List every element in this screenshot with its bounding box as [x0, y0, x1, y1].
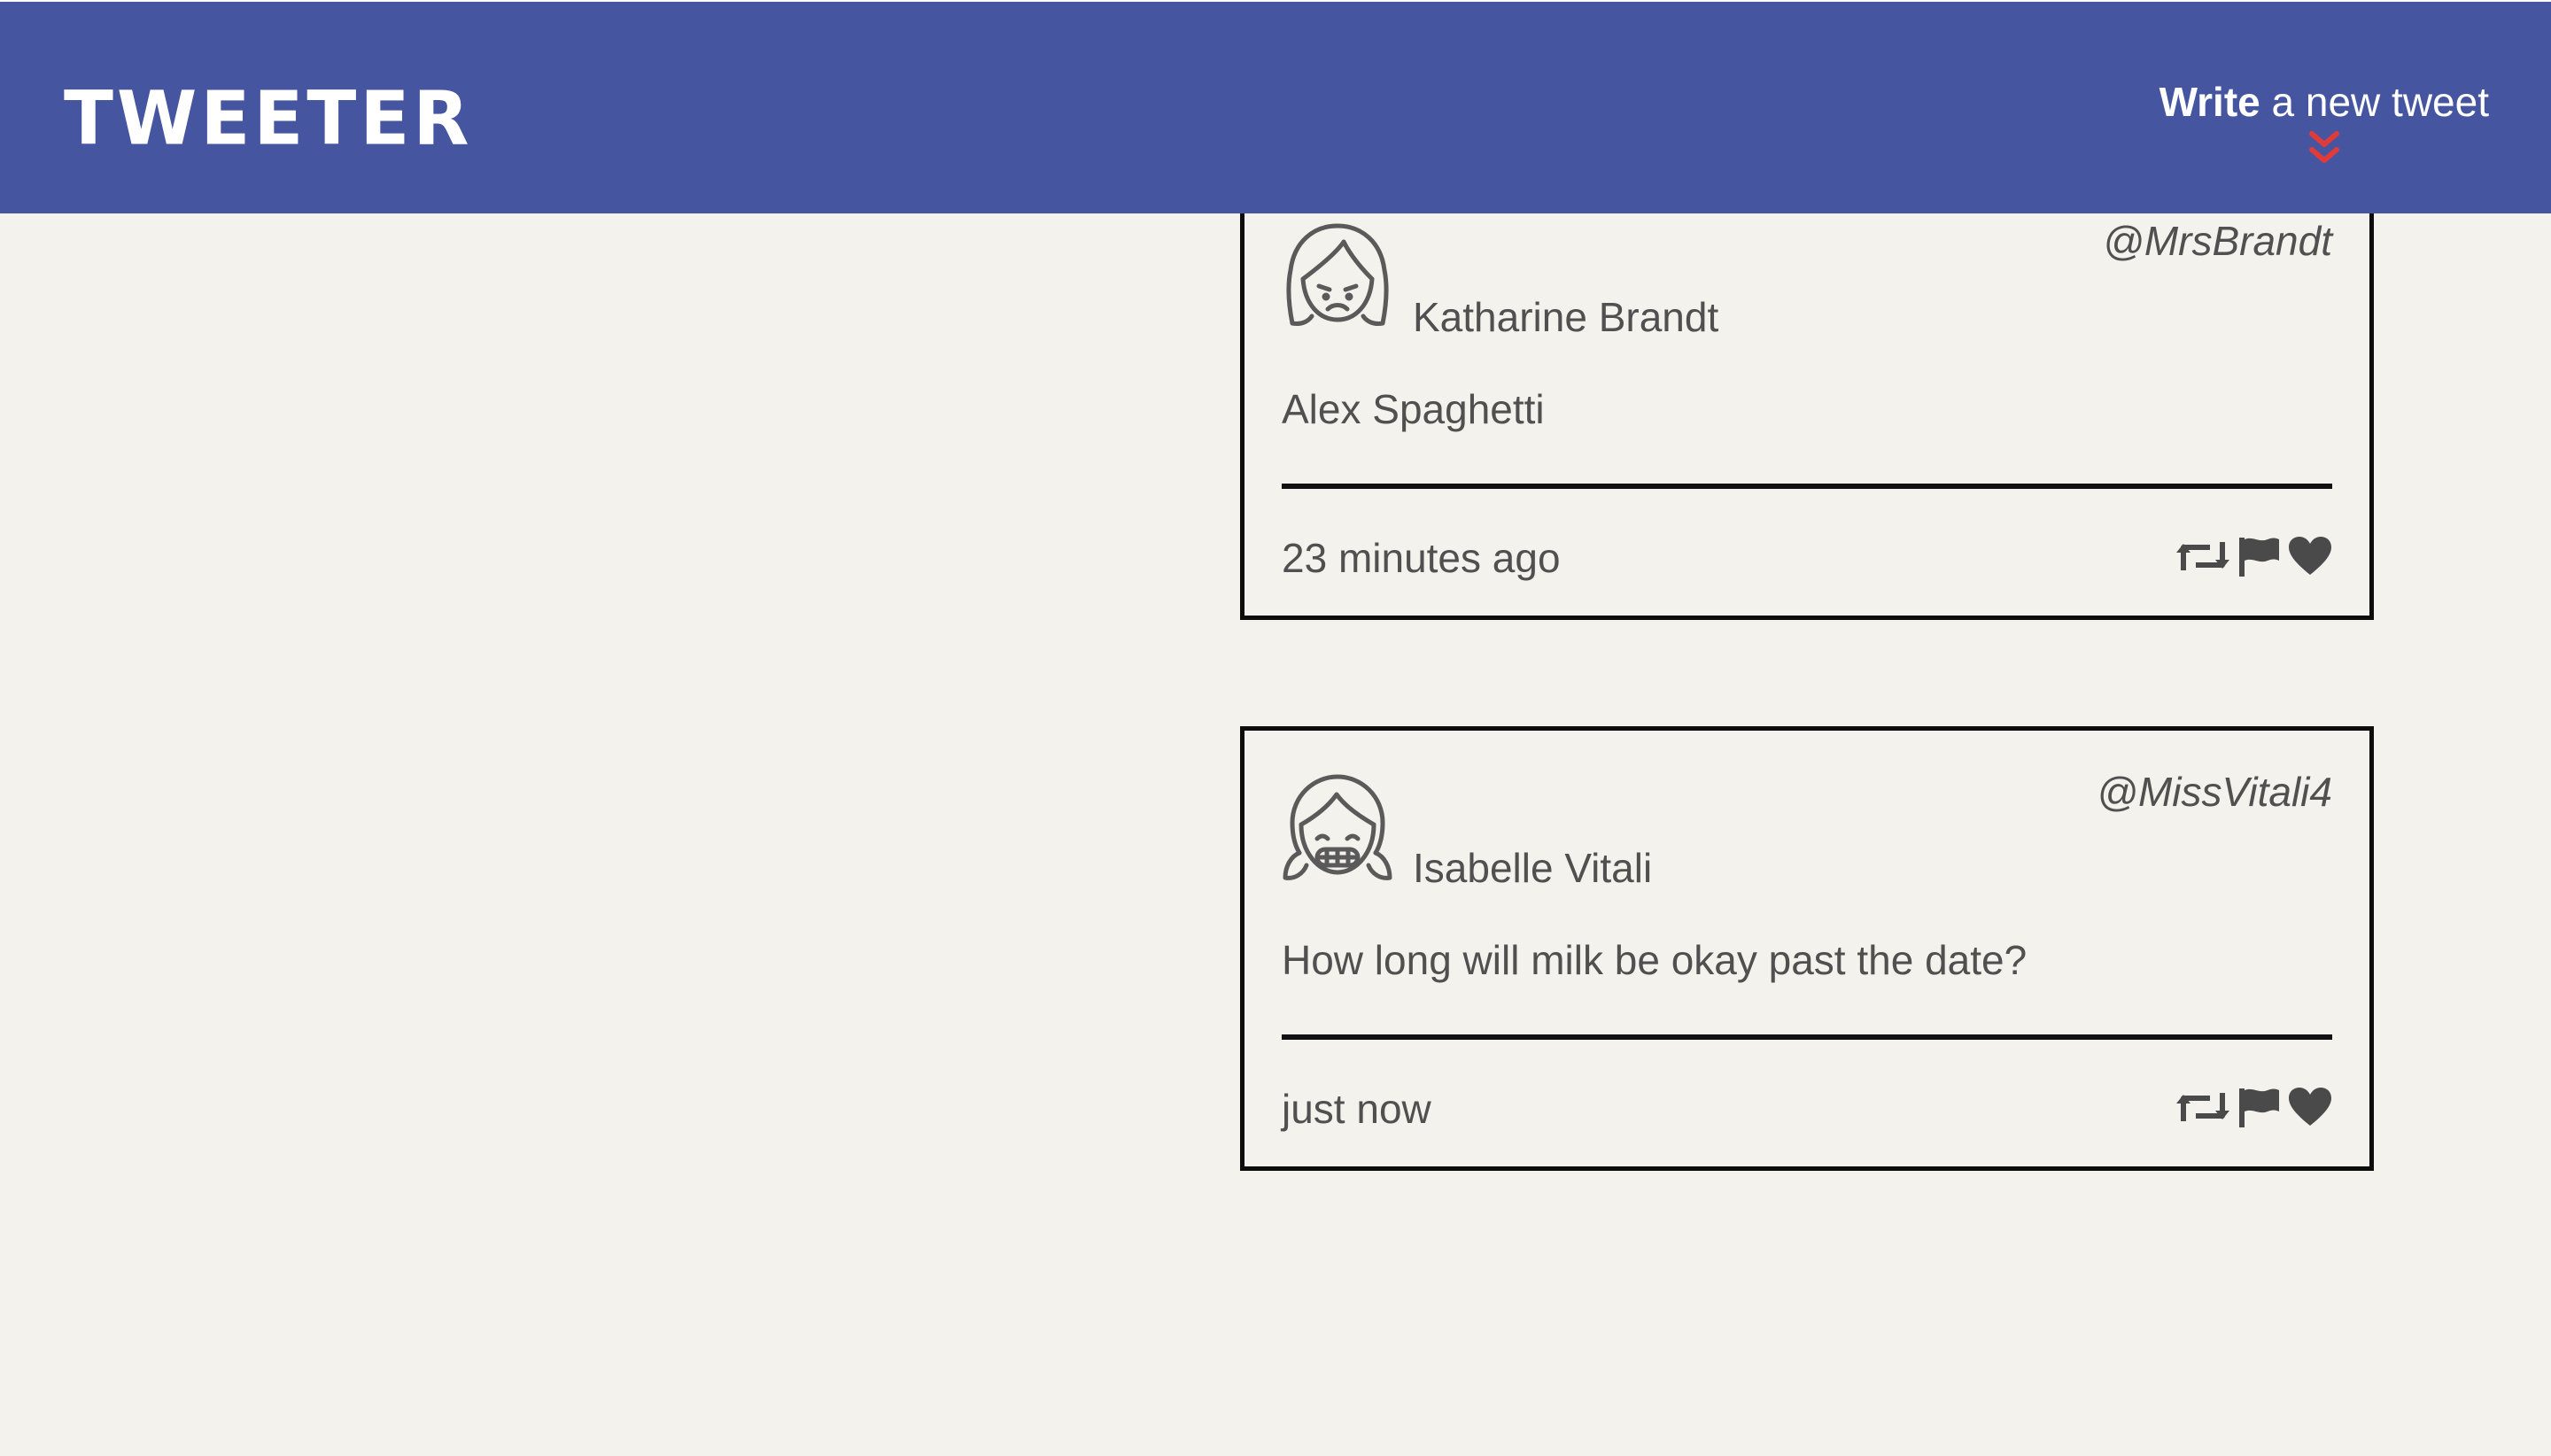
flag-icon[interactable]	[2237, 1085, 2281, 1129]
grinning-girl-pigtails-avatar-icon	[1283, 774, 1392, 880]
tweet-timestamp: just now	[1282, 1086, 1431, 1132]
tweet-content: How long will milk be okay past the date…	[1282, 937, 2028, 983]
tweet-actions	[2176, 534, 2332, 578]
tweet-divider	[1282, 1034, 2332, 1040]
user-handle[interactable]: @MissVitali4	[2097, 771, 2332, 812]
user-handle[interactable]: @MrsBrandt	[2103, 221, 2332, 261]
retweet-icon[interactable]	[2176, 537, 2229, 576]
frowning-girl-avatar-icon	[1286, 223, 1389, 326]
compose-toggle[interactable]: Write a new tweet	[2159, 80, 2489, 167]
compose-label-strong: Write	[2159, 79, 2260, 125]
heart-icon[interactable]	[2288, 536, 2332, 577]
flag-icon[interactable]	[2237, 534, 2281, 578]
tweet-content: Alex Spaghetti	[1282, 386, 1545, 432]
heart-icon[interactable]	[2288, 1087, 2332, 1127]
retweet-icon[interactable]	[2176, 1088, 2229, 1127]
compose-label-rest: a new tweet	[2260, 79, 2490, 125]
brand-logo[interactable]: TWEETER	[64, 82, 473, 157]
tweet-timestamp: 23 minutes ago	[1282, 535, 1561, 581]
tweet-card: @MrsBrandt Katharine Brandt Alex Spaghet…	[1240, 159, 2374, 620]
tweet-divider	[1282, 484, 2332, 489]
tweet-card: @MissVitali4 Isabelle Vitali How long wi…	[1240, 726, 2374, 1171]
tweet-actions	[2176, 1085, 2332, 1129]
navbar: TWEETER Write a new tweet	[0, 0, 2551, 213]
compose-label: Write a new tweet	[2159, 80, 2489, 125]
double-chevron-down-icon[interactable]	[2307, 128, 2342, 167]
user-name[interactable]: Isabelle Vitali	[1413, 848, 1652, 888]
user-name[interactable]: Katharine Brandt	[1413, 297, 1718, 337]
